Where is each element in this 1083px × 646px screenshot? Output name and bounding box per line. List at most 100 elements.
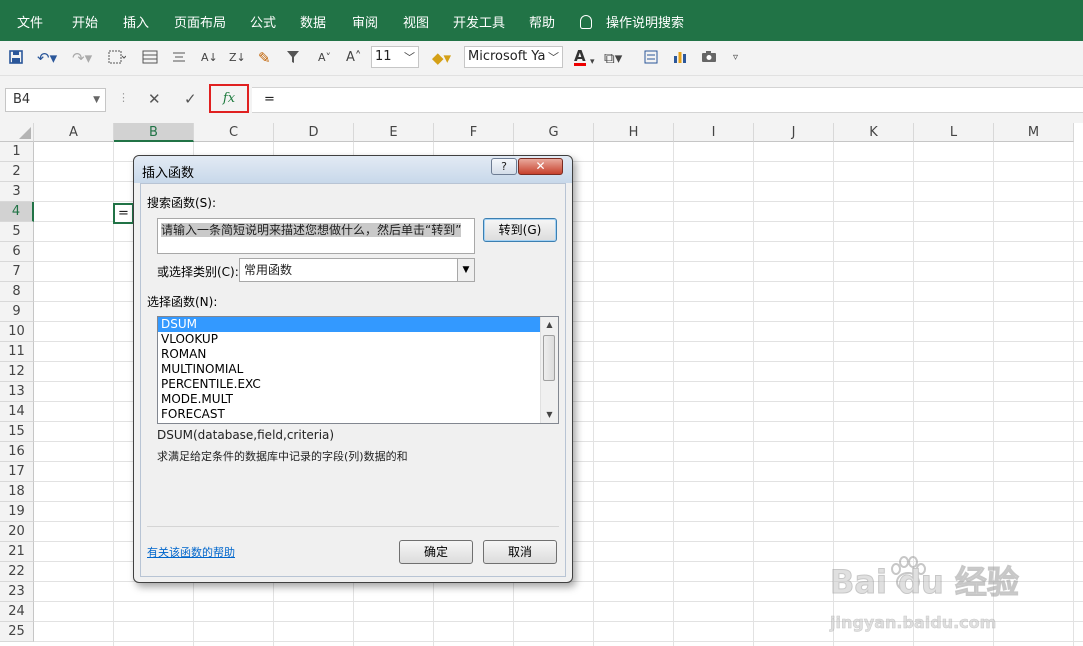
row-header-6[interactable]: 6 <box>0 242 34 262</box>
row-header-4[interactable]: 4 <box>0 202 34 222</box>
undo-icon[interactable]: ↶▾ <box>37 50 57 66</box>
column-header-b[interactable]: B <box>114 123 194 142</box>
format-painter-icon[interactable]: ✎ <box>258 50 271 66</box>
column-header-f[interactable]: F <box>434 123 514 142</box>
tab-data[interactable]: 数据 <box>300 12 326 31</box>
row-header-2[interactable]: 2 <box>0 162 34 182</box>
customize-toolbar-icon[interactable]: ▿ <box>733 50 738 66</box>
row-header-17[interactable]: 17 <box>0 462 34 482</box>
tab-review[interactable]: 审阅 <box>352 12 378 31</box>
row-header-21[interactable]: 21 <box>0 542 34 562</box>
row-header-20[interactable]: 20 <box>0 522 34 542</box>
row-header-13[interactable]: 13 <box>0 382 34 402</box>
column-header-k[interactable]: K <box>834 123 914 142</box>
row-header-10[interactable]: 10 <box>0 322 34 342</box>
row-header-11[interactable]: 11 <box>0 342 34 362</box>
function-item[interactable]: FORECAST <box>158 407 541 422</box>
font-name-select[interactable]: Microsoft Ya ﹀ <box>464 46 563 68</box>
row-header-22[interactable]: 22 <box>0 562 34 582</box>
tab-home[interactable]: 开始 <box>72 12 98 31</box>
function-item[interactable]: MULTINOMIAL <box>158 362 541 377</box>
cancel-button[interactable]: 取消 <box>483 540 557 564</box>
go-button[interactable]: 转到(G) <box>483 218 557 242</box>
enter-check-icon[interactable]: ✓ <box>184 90 197 108</box>
scroll-up-icon[interactable]: ▲ <box>541 318 558 332</box>
close-button[interactable]: ✕ <box>518 158 563 175</box>
camera-icon[interactable] <box>701 50 717 66</box>
function-item[interactable]: MODE.MULT <box>158 392 541 407</box>
save-icon[interactable] <box>9 50 23 67</box>
filter-icon[interactable] <box>286 50 300 67</box>
borders-icon[interactable] <box>108 50 127 67</box>
align-center-icon[interactable] <box>172 50 186 66</box>
row-header-8[interactable]: 8 <box>0 282 34 302</box>
function-item[interactable]: ROMAN <box>158 347 541 362</box>
tab-developer[interactable]: 开发工具 <box>453 12 505 31</box>
function-item[interactable]: PERCENTILE.EXC <box>158 377 541 392</box>
column-header-j[interactable]: J <box>754 123 834 142</box>
tab-file[interactable]: 文件 <box>17 12 43 31</box>
cancel-entry-icon[interactable]: ✕ <box>148 90 161 108</box>
sort-ascending-icon[interactable]: A↓ <box>201 50 218 66</box>
list-scrollbar[interactable]: ▲ ▼ <box>540 317 558 423</box>
active-cell-b4[interactable]: = <box>113 203 134 224</box>
row-header-5[interactable]: 5 <box>0 222 34 242</box>
dropdown-arrow-icon[interactable]: ▼ <box>457 259 474 281</box>
merge-cells-icon[interactable] <box>142 50 158 67</box>
tab-help[interactable]: 帮助 <box>529 12 555 31</box>
form-icon[interactable] <box>644 50 658 67</box>
function-help-link[interactable]: 有关该函数的帮助 <box>147 544 235 560</box>
help-button[interactable]: ? <box>491 158 517 175</box>
row-header-18[interactable]: 18 <box>0 482 34 502</box>
fill-color-icon[interactable]: ◆▾ <box>432 50 451 66</box>
tab-view[interactable]: 视图 <box>403 12 429 31</box>
function-item-selected[interactable]: DSUM <box>158 317 541 332</box>
column-header-i[interactable]: I <box>674 123 754 142</box>
row-header-15[interactable]: 15 <box>0 422 34 442</box>
select-all-corner[interactable] <box>0 123 34 142</box>
tab-page-layout[interactable]: 页面布局 <box>174 12 226 31</box>
column-header-l[interactable]: L <box>914 123 994 142</box>
function-list[interactable]: DSUM VLOOKUP ROMAN MULTINOMIAL PERCENTIL… <box>157 316 559 424</box>
row-header-16[interactable]: 16 <box>0 442 34 462</box>
tell-me-search[interactable]: 操作说明搜索 <box>580 12 684 31</box>
row-header-23[interactable]: 23 <box>0 582 34 602</box>
row-header-24[interactable]: 24 <box>0 602 34 622</box>
column-header-h[interactable]: H <box>594 123 674 142</box>
column-header-c[interactable]: C <box>194 123 274 142</box>
row-header-14[interactable]: 14 <box>0 402 34 422</box>
row-header-9[interactable]: 9 <box>0 302 34 322</box>
scroll-thumb[interactable] <box>543 335 555 381</box>
chart-icon[interactable] <box>673 50 687 67</box>
redo-icon[interactable]: ↷▾ <box>72 50 92 66</box>
insert-function-button[interactable]: fx <box>209 84 249 113</box>
row-header-19[interactable]: 19 <box>0 502 34 522</box>
row-header-25[interactable]: 25 <box>0 622 34 642</box>
category-select[interactable]: 常用函数 ▼ <box>239 258 475 282</box>
chevron-down-icon[interactable]: ▾ <box>590 54 595 70</box>
chevron-down-icon[interactable]: ▼ <box>93 89 100 111</box>
font-color-icon[interactable]: A <box>574 49 586 66</box>
drag-handle-icon[interactable]: ⋮ <box>118 91 129 104</box>
row-header-7[interactable]: 7 <box>0 262 34 282</box>
column-header-g[interactable]: G <box>514 123 594 142</box>
column-header-a[interactable]: A <box>34 123 114 142</box>
sort-descending-icon[interactable]: Z↓ <box>229 50 246 66</box>
column-header-e[interactable]: E <box>354 123 434 142</box>
increase-font-icon[interactable]: A˄ <box>346 50 361 66</box>
row-header-3[interactable]: 3 <box>0 182 34 202</box>
name-box[interactable]: B4 ▼ <box>5 88 106 112</box>
dialog-titlebar[interactable]: 插入函数 ? ✕ <box>134 156 572 183</box>
tab-insert[interactable]: 插入 <box>123 12 149 31</box>
scroll-down-icon[interactable]: ▼ <box>541 408 558 422</box>
ok-button[interactable]: 确定 <box>399 540 473 564</box>
row-header-12[interactable]: 12 <box>0 362 34 382</box>
column-header-d[interactable]: D <box>274 123 354 142</box>
search-function-input[interactable]: 请输入一条简短说明来描述您想做什么，然后单击“转到” <box>157 218 475 254</box>
tab-formulas[interactable]: 公式 <box>250 12 276 31</box>
column-header-m[interactable]: M <box>994 123 1074 142</box>
function-item[interactable]: VLOOKUP <box>158 332 541 347</box>
font-size-select[interactable]: 11 ﹀ <box>371 46 419 68</box>
row-header-1[interactable]: 1 <box>0 142 34 162</box>
formula-input[interactable]: = <box>252 87 1083 113</box>
